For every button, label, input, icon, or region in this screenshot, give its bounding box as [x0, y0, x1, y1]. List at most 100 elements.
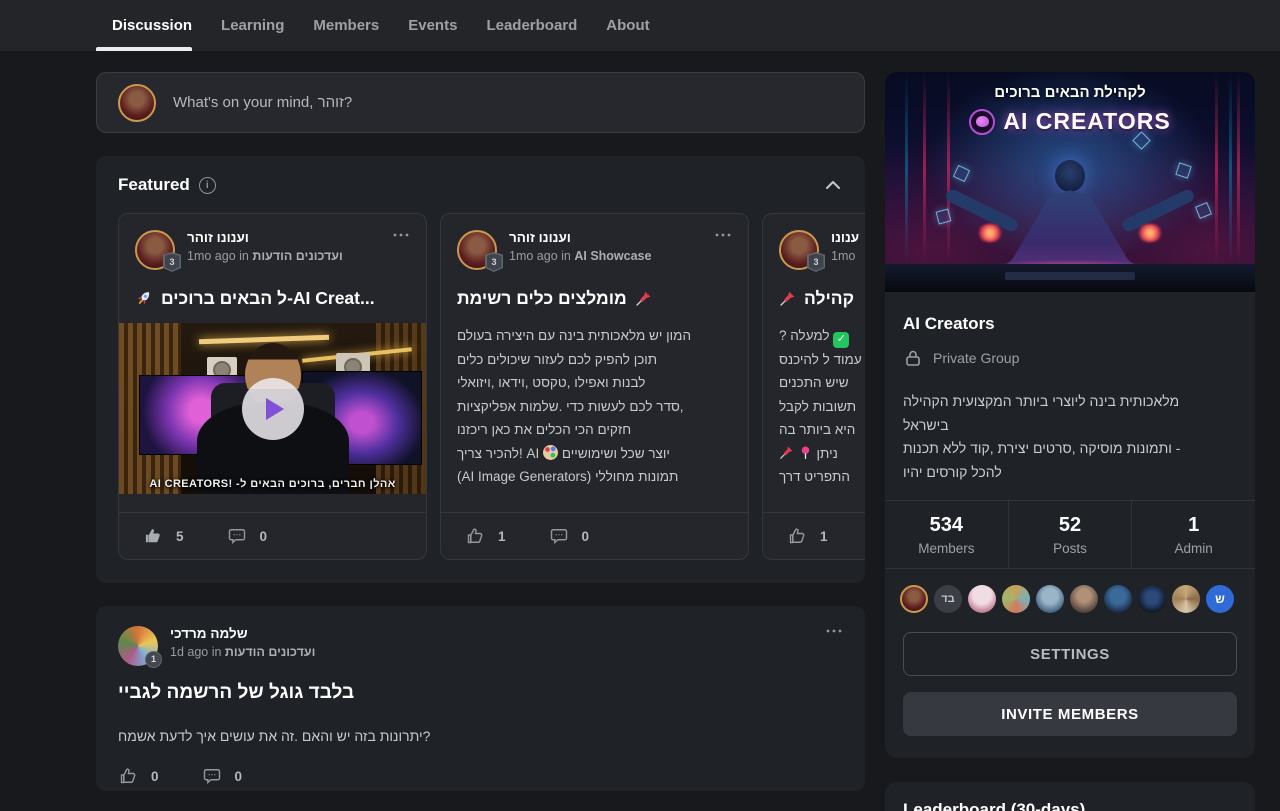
- member-avatar[interactable]: [1104, 585, 1132, 613]
- invite-members-button[interactable]: INVITE MEMBERS: [903, 692, 1237, 736]
- post-body: ? למעלה ✓ להיכנס‎ ל‎ עמוד התכנים‎ שיש לק…: [779, 324, 865, 489]
- featured-post-welcome[interactable]: 3 זוהר‎ וענונו 1mo ago in הודעות‎ ועדכונ…: [118, 213, 427, 560]
- post-time: 1mo: [831, 249, 855, 263]
- tab-about[interactable]: About: [606, 17, 649, 34]
- more-menu-icon[interactable]: [392, 230, 410, 238]
- level-badge: 3: [807, 252, 825, 272]
- like-icon[interactable]: [143, 526, 163, 546]
- active-tab-indicator: [96, 47, 192, 51]
- comment-count: 0: [582, 529, 590, 544]
- like-count: 5: [176, 529, 184, 544]
- post-category[interactable]: הודעות‎ ועדכונים: [225, 645, 315, 659]
- level-badge: 3: [485, 252, 503, 272]
- more-menu-icon[interactable]: [714, 230, 732, 238]
- stat-posts[interactable]: 52 Posts: [1008, 501, 1132, 568]
- tab-members[interactable]: Members: [313, 17, 379, 34]
- avatar[interactable]: [118, 84, 156, 122]
- post-time: 1mo ago in: [187, 249, 249, 263]
- avatar[interactable]: 3: [779, 230, 819, 270]
- comment-icon[interactable]: [202, 766, 222, 786]
- video-thumbnail[interactable]: AI CREATORS!‎ -ל‎ הבאים‎ ברוכים‎ ,חברים‎…: [119, 323, 426, 494]
- author-name[interactable]: זוהר‎ וענונו: [187, 230, 343, 245]
- post-category[interactable]: AI Showcase: [574, 249, 651, 263]
- composer-placeholder[interactable]: What's on your mind, זוהר?: [173, 94, 352, 111]
- like-icon[interactable]: [118, 766, 138, 786]
- group-banner: ברוכים‎ הבאים‎ לקהילת AI CREATORS: [885, 72, 1255, 292]
- member-avatar[interactable]: [1172, 585, 1200, 613]
- member-avatars: בד ש: [885, 569, 1255, 613]
- brain-logo-icon: [969, 109, 995, 135]
- more-menu-icon[interactable]: [825, 626, 843, 634]
- member-avatar[interactable]: [1138, 585, 1166, 613]
- level-badge: 3: [163, 252, 181, 272]
- feed-post[interactable]: 1 מרדכי‎ שלמה 1d ago in הודעות‎ ועדכונים…: [96, 606, 865, 791]
- member-avatar[interactable]: [1036, 585, 1064, 613]
- post-time: 1mo ago in: [509, 249, 571, 263]
- author-name[interactable]: ענונו: [831, 230, 859, 245]
- like-count: 1: [498, 529, 506, 544]
- top-nav: Discussion Learning Members Events Leade…: [0, 0, 1280, 51]
- group-sidebar: ברוכים‎ הבאים‎ לקהילת AI CREATORS AI Cre…: [885, 72, 1255, 758]
- tab-leaderboard[interactable]: Leaderboard: [486, 17, 577, 34]
- featured-post-tools[interactable]: 3 זוהר‎ וענונו 1mo ago in AI Showcase רש…: [440, 213, 749, 560]
- featured-carousel[interactable]: 3 זוהר‎ וענונו 1mo ago in הודעות‎ ועדכונ…: [118, 213, 865, 560]
- like-icon[interactable]: [787, 526, 807, 546]
- comment-count: 0: [260, 529, 268, 544]
- avatar[interactable]: 3: [135, 230, 175, 270]
- author-name[interactable]: זוהר‎ וענונו: [509, 230, 651, 245]
- member-avatar[interactable]: [900, 585, 928, 613]
- member-avatar[interactable]: [1002, 585, 1030, 613]
- like-icon[interactable]: [465, 526, 485, 546]
- round-pin-icon: [798, 445, 813, 460]
- post-category[interactable]: הודעות‎ ועדכונים: [252, 249, 342, 263]
- chevron-up-icon[interactable]: [825, 180, 841, 190]
- check-icon: ✓: [833, 332, 849, 348]
- tab-learning[interactable]: Learning: [221, 17, 284, 34]
- author-name[interactable]: מרדכי‎ שלמה: [170, 626, 315, 641]
- comment-count: 0: [235, 769, 243, 784]
- banner-logo-text: AI CREATORS: [1003, 108, 1170, 135]
- lock-icon: [903, 348, 923, 368]
- post-time: 1d ago in: [170, 645, 221, 659]
- leaderboard-section: Leaderboard (30-days): [885, 782, 1255, 811]
- post-title[interactable]: רשימת‎ כלים‎ מומלצים: [457, 285, 732, 311]
- rocket-icon: [135, 285, 157, 310]
- featured-post-community[interactable]: 3 ענונו 1mo קהילה ? למעלה ✓ להיכנס‎ ל‎ ע…: [762, 213, 865, 560]
- group-name: AI Creators: [903, 314, 1237, 334]
- pushpin-icon: [635, 290, 652, 307]
- like-count: 1: [820, 529, 828, 544]
- avatar[interactable]: 3: [457, 230, 497, 270]
- featured-title: Featured: [118, 175, 190, 195]
- post-title[interactable]: קהילה: [779, 285, 865, 311]
- pushpin-icon: [779, 445, 794, 460]
- comment-icon[interactable]: [227, 526, 247, 546]
- post-body: אשמח‎ לדעת‎ איך‎ עושים‎ את‎ זה‎.‎ והאם‎ …: [118, 728, 843, 744]
- like-count: 0: [151, 769, 159, 784]
- play-button-icon[interactable]: [242, 378, 304, 440]
- privacy-label: Private Group: [933, 350, 1019, 366]
- banner-welcome-text: ברוכים‎ הבאים‎ לקהילת: [885, 84, 1255, 101]
- post-title[interactable]: ברוכים‎ הבאים‎ ל‎-AI Creat...: [135, 285, 410, 311]
- group-description: הקהילה‎ המקצועית‎ ביותר‎ ליוצרי‎ בינה‎ מ…: [903, 390, 1237, 484]
- comment-icon[interactable]: [549, 526, 569, 546]
- group-stats: 534 Members 52 Posts 1 Admin: [885, 500, 1255, 569]
- featured-section: Featured i 3 זוהר‎ וענונו 1mo ago in הוד…: [96, 156, 865, 583]
- member-avatar[interactable]: ש: [1206, 585, 1234, 613]
- pushpin-icon: [779, 290, 796, 307]
- post-title[interactable]: לגביי‎ הרשמה‎ של‎ גוגל‎ בלבד: [118, 682, 843, 704]
- tab-events[interactable]: Events: [408, 17, 457, 34]
- level-badge: 1: [145, 651, 162, 668]
- avatar[interactable]: 1: [118, 626, 158, 666]
- stat-admin[interactable]: 1 Admin: [1131, 501, 1255, 568]
- settings-button[interactable]: SETTINGS: [903, 632, 1237, 676]
- community-page: Discussion Learning Members Events Leade…: [0, 0, 1280, 811]
- video-caption: AI CREATORS!‎ -ל‎ הבאים‎ ברוכים‎ ,חברים‎…: [119, 478, 426, 490]
- member-avatar[interactable]: בד: [934, 585, 962, 613]
- info-icon[interactable]: i: [199, 177, 216, 194]
- post-composer[interactable]: What's on your mind, זוהר?: [96, 72, 865, 133]
- stat-members[interactable]: 534 Members: [885, 501, 1008, 568]
- member-avatar[interactable]: [968, 585, 996, 613]
- tab-discussion[interactable]: Discussion: [112, 17, 192, 34]
- leaderboard-title: Leaderboard (30-days): [903, 800, 1237, 811]
- member-avatar[interactable]: [1070, 585, 1098, 613]
